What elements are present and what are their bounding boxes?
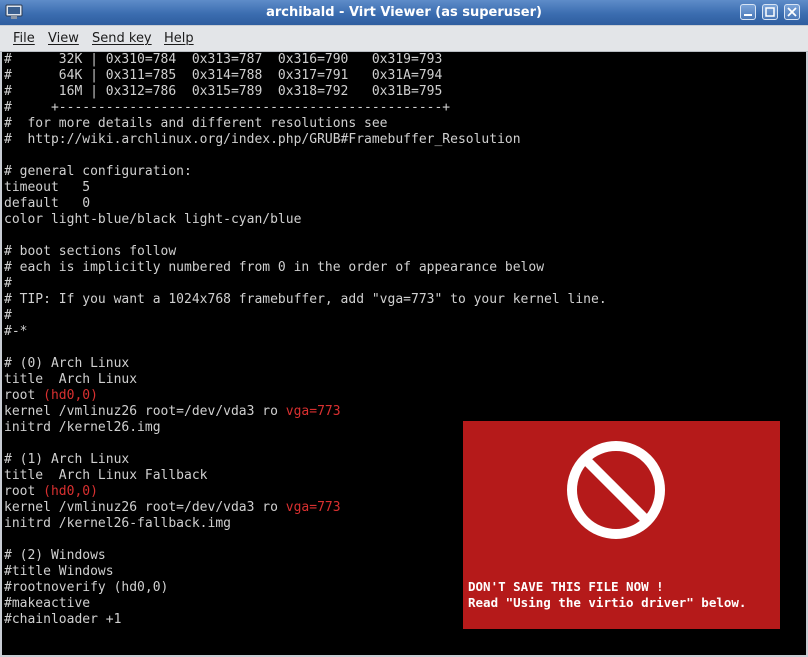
menu-view[interactable]: View: [48, 31, 79, 46]
terminal-line-text: title Arch Linux: [4, 372, 138, 387]
terminal-line: color light-blue/black light-cyan/blue: [4, 212, 301, 228]
terminal-line: # for more details and different resolut…: [4, 116, 388, 132]
terminal-line: #: [4, 308, 12, 324]
terminal-line-text: #-*: [4, 324, 28, 339]
terminal-line-text: # 32K | 0x310=784 0x313=787 0x316=790 0x…: [4, 52, 443, 67]
terminal-line: # general configuration:: [4, 164, 192, 180]
terminal-line-text: # (1) Arch Linux: [4, 452, 130, 467]
terminal-line-text: color light-blue/black light-cyan/blue: [4, 212, 302, 227]
terminal-line-text: kernel /vmlinuz26 root=/dev/vda3 ro: [4, 404, 286, 419]
terminal-line-text: timeout 5: [4, 180, 91, 195]
vga-option-highlight: vga=773: [285, 404, 341, 419]
terminal-line: # 32K | 0x310=784 0x313=787 0x316=790 0x…: [4, 52, 442, 68]
no-entry-icon: [567, 441, 665, 539]
terminal-line-text: # TIP: If you want a 1024x768 framebuffe…: [4, 292, 607, 307]
terminal-line: # (0) Arch Linux: [4, 356, 129, 372]
terminal-line-text: initrd /kernel26.img: [4, 420, 161, 435]
terminal-line: kernel /vmlinuz26 root=/dev/vda3 ro vga=…: [4, 500, 341, 516]
terminal-line-text: default 0: [4, 196, 91, 211]
terminal-line: # each is implicitly numbered from 0 in …: [4, 260, 544, 276]
vm-display[interactable]: # 32K | 0x310=784 0x313=787 0x316=790 0x…: [2, 52, 806, 655]
terminal-line: #-*: [4, 324, 27, 340]
title-bar[interactable]: archibald - Virt Viewer (as superuser): [0, 0, 808, 25]
terminal-line-text: # 16M | 0x312=786 0x315=789 0x318=792 0x…: [4, 84, 443, 99]
terminal-line: #: [4, 276, 12, 292]
terminal-line: #chainloader +1: [4, 612, 121, 628]
menu-bar: File View Send key Help: [0, 26, 808, 52]
minimize-button[interactable]: [740, 4, 756, 20]
terminal-line: # +-------------------------------------…: [4, 100, 450, 116]
terminal-line-text: title Arch Linux Fallback: [4, 468, 208, 483]
terminal-line-text: # boot sections follow: [4, 244, 177, 259]
terminal-line: timeout 5: [4, 180, 90, 196]
maximize-icon: [765, 7, 775, 17]
terminal-line-text: #chainloader +1: [4, 612, 122, 627]
terminal-line: #makeactive: [4, 596, 90, 612]
terminal-line: root (hd0,0): [4, 484, 98, 500]
terminal-line: # 64K | 0x311=785 0x314=788 0x317=791 0x…: [4, 68, 442, 84]
terminal-line: default 0: [4, 196, 90, 212]
terminal-line-text: root: [4, 484, 44, 499]
vga-option-highlight: vga=773: [285, 500, 341, 515]
terminal-line-text: # 64K | 0x311=785 0x314=788 0x317=791 0x…: [4, 68, 443, 83]
warning-notice: DON'T SAVE THIS FILE NOW ! Read "Using t…: [463, 421, 780, 629]
terminal-line: # (1) Arch Linux: [4, 452, 129, 468]
root-device-highlight: (hd0,0): [43, 484, 98, 499]
terminal-line-text: # http://wiki.archlinux.org/index.php/GR…: [4, 132, 521, 147]
terminal-line-text: # general configuration:: [4, 164, 192, 179]
terminal-line-text: root: [4, 388, 44, 403]
terminal-line: root (hd0,0): [4, 388, 98, 404]
notice-line-1: DON'T SAVE THIS FILE NOW !: [468, 579, 664, 594]
terminal-line: # boot sections follow: [4, 244, 176, 260]
terminal-line: initrd /kernel26.img: [4, 420, 161, 436]
terminal-line-text: # (0) Arch Linux: [4, 356, 130, 371]
window-title: archibald - Virt Viewer (as superuser): [266, 5, 542, 20]
close-button[interactable]: [784, 4, 800, 20]
root-device-highlight: (hd0,0): [43, 388, 98, 403]
terminal-line: #rootnoverify (hd0,0): [4, 580, 168, 596]
terminal-line: #title Windows: [4, 564, 114, 580]
terminal-line-text: initrd /kernel26-fallback.img: [4, 516, 231, 531]
terminal-line-text: # each is implicitly numbered from 0 in …: [4, 260, 545, 275]
menu-help[interactable]: Help: [164, 31, 194, 46]
terminal-line-text: #: [4, 308, 12, 323]
terminal-line-text: #: [4, 276, 12, 291]
terminal-line: # TIP: If you want a 1024x768 framebuffe…: [4, 292, 607, 308]
notice-line-2: Read "Using the virtio driver" below.: [468, 595, 747, 610]
terminal-line-text: #rootnoverify (hd0,0): [4, 580, 169, 595]
terminal-line-text: #title Windows: [4, 564, 114, 579]
monitor-icon: [5, 4, 23, 19]
terminal-line: # 16M | 0x312=786 0x315=789 0x318=792 0x…: [4, 84, 442, 100]
terminal-line: title Arch Linux: [4, 372, 137, 388]
maximize-button[interactable]: [762, 4, 778, 20]
terminal-line: title Arch Linux Fallback: [4, 468, 208, 484]
menu-send-key[interactable]: Send key: [92, 31, 152, 46]
terminal-line: # (2) Windows: [4, 548, 106, 564]
virt-viewer-window: archibald - Virt Viewer (as superuser) F…: [0, 0, 808, 657]
terminal-line: kernel /vmlinuz26 root=/dev/vda3 ro vga=…: [4, 404, 341, 420]
terminal-line-text: #makeactive: [4, 596, 91, 611]
terminal-line: # http://wiki.archlinux.org/index.php/GR…: [4, 132, 521, 148]
terminal-line: initrd /kernel26-fallback.img: [4, 516, 231, 532]
terminal-line-text: # +-------------------------------------…: [4, 100, 451, 115]
close-icon: [787, 7, 797, 17]
minimize-icon: [744, 14, 752, 16]
terminal-line-text: # (2) Windows: [4, 548, 106, 563]
menu-file[interactable]: File: [13, 31, 35, 46]
terminal-line-text: kernel /vmlinuz26 root=/dev/vda3 ro: [4, 500, 286, 515]
terminal-line-text: # for more details and different resolut…: [4, 116, 388, 131]
